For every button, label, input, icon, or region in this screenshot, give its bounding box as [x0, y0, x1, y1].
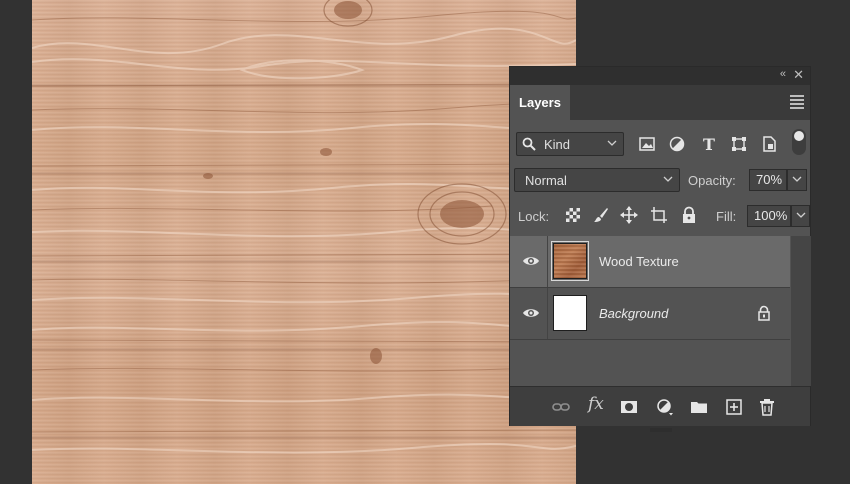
blend-mode-value: Normal — [525, 173, 567, 188]
opacity-dropdown-button[interactable] — [787, 169, 807, 191]
type-filter-icon[interactable]: T — [700, 135, 718, 153]
lock-label: Lock: — [518, 209, 550, 224]
chevron-down-icon — [796, 212, 806, 218]
link-layers-icon[interactable] — [552, 398, 570, 416]
layers-panel: « ✕ Layers Kind T Normal Opacity: 70% Lo… — [509, 66, 811, 432]
tab-layers[interactable]: Layers — [510, 85, 570, 120]
layer-thumbnail — [551, 241, 589, 281]
filter-kind-dropdown[interactable]: Kind — [516, 132, 624, 156]
add-mask-icon[interactable] — [620, 398, 638, 416]
panel-tab-bar: Layers — [510, 85, 810, 120]
lock-position-icon[interactable] — [620, 206, 638, 224]
chevron-down-icon — [607, 140, 617, 146]
eye-visibility-icon[interactable] — [522, 306, 540, 320]
panel-body: Kind T Normal Opacity: 70% Lock: Fill: 1… — [510, 120, 811, 432]
layers-scrollbar[interactable] — [791, 236, 811, 386]
document-canvas[interactable] — [32, 0, 576, 484]
lock-row: Lock: Fill: 100% — [516, 204, 810, 228]
filter-kind-label: Kind — [544, 137, 571, 152]
layer-thumbnail — [553, 295, 587, 331]
new-adjustment-layer-icon[interactable] — [656, 398, 674, 416]
layer-row-wood-texture[interactable]: Wood Texture — [510, 236, 790, 288]
fill-dropdown-button[interactable] — [791, 205, 810, 227]
image-filter-icon[interactable] — [638, 135, 656, 153]
panel-resize-grip[interactable] — [650, 428, 672, 432]
fill-label: Fill: — [716, 209, 737, 224]
visibility-column-divider — [547, 236, 548, 287]
layer-name[interactable]: Background — [599, 306, 668, 321]
layers-list: Wood Texture Background — [510, 236, 790, 386]
shape-filter-icon[interactable] — [730, 135, 748, 153]
layer-style-icon[interactable]: fx — [588, 394, 604, 414]
fill-input[interactable]: 100% — [747, 205, 791, 227]
delete-layer-icon[interactable] — [758, 398, 776, 416]
lock-all-icon[interactable] — [680, 206, 698, 224]
filter-toggle-switch[interactable] — [792, 129, 806, 155]
close-panel-icon[interactable]: ✕ — [793, 67, 804, 83]
panel-menu-icon[interactable] — [790, 95, 804, 111]
filter-row: Kind T — [516, 129, 806, 158]
layers-bottom-toolbar: fx — [510, 386, 810, 432]
visibility-column-divider — [547, 288, 548, 339]
chevron-down-icon — [792, 176, 802, 182]
lock-artboard-icon[interactable] — [650, 206, 668, 224]
layer-lock-icon[interactable] — [757, 305, 771, 321]
lock-transparent-pixels-icon[interactable] — [564, 206, 582, 224]
opacity-label: Opacity: — [688, 173, 736, 188]
panel-title-bar[interactable]: « ✕ — [510, 67, 810, 85]
wood-texture-image — [32, 0, 576, 454]
adjustment-filter-icon[interactable] — [668, 135, 686, 153]
new-layer-icon[interactable] — [725, 398, 743, 416]
layer-row-background[interactable]: Background — [510, 288, 790, 340]
search-icon — [522, 137, 536, 151]
collapse-panel-icon[interactable]: « — [780, 68, 786, 80]
new-group-icon[interactable] — [690, 398, 708, 416]
svg-text:T: T — [703, 135, 715, 153]
blend-mode-dropdown[interactable]: Normal — [514, 168, 680, 192]
smart-object-filter-icon[interactable] — [760, 135, 778, 153]
eye-visibility-icon[interactable] — [522, 254, 540, 268]
opacity-input[interactable]: 70% — [749, 169, 787, 191]
chevron-down-icon — [663, 176, 673, 182]
blend-row: Normal Opacity: 70% — [514, 168, 808, 194]
lock-image-pixels-icon[interactable] — [592, 206, 610, 224]
layer-name[interactable]: Wood Texture — [599, 254, 679, 269]
